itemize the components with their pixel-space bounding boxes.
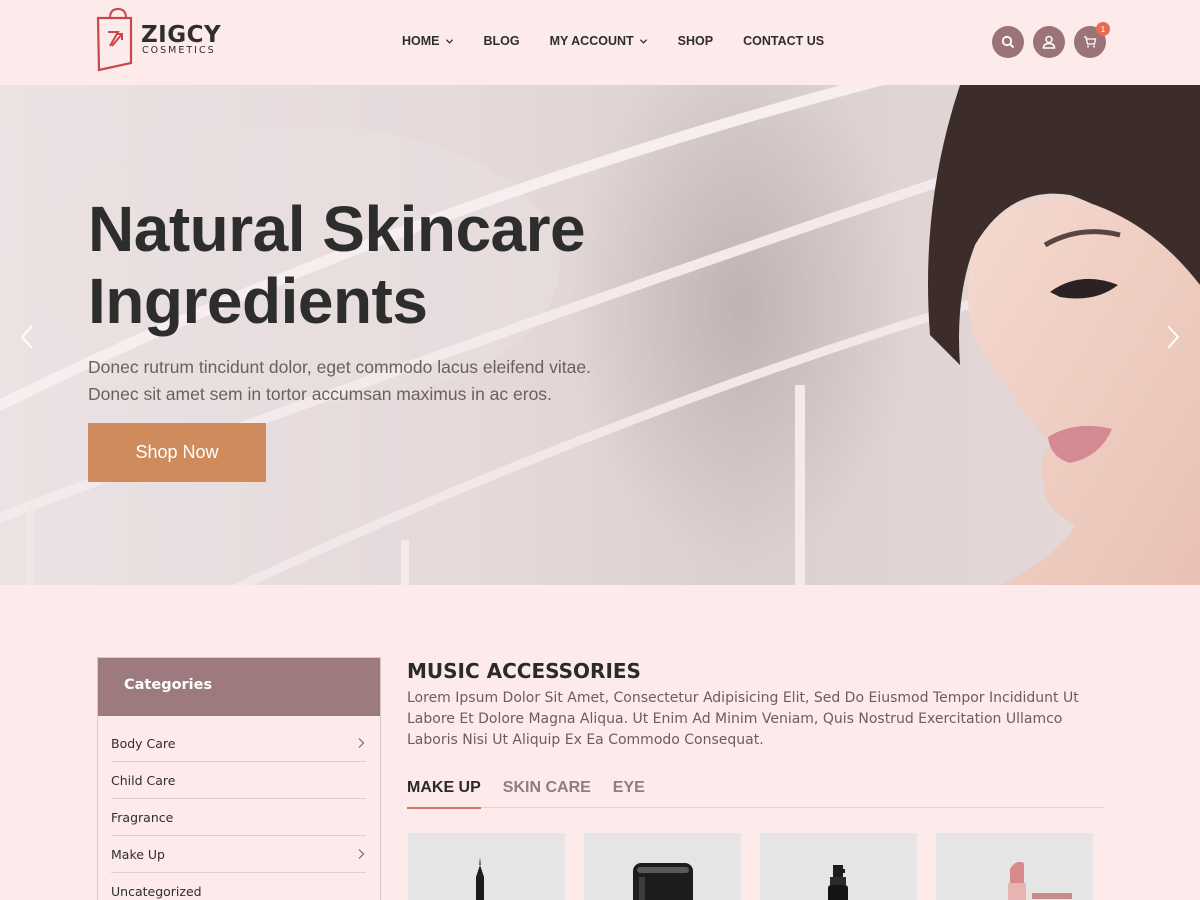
categories-sidebar: Categories Body Care Child Care Fragranc…	[97, 657, 381, 900]
chevron-right-icon	[358, 849, 365, 859]
category-list: Body Care Child Care Fragrance Make Up U…	[98, 716, 380, 900]
nav-home[interactable]: HOME	[402, 34, 454, 48]
spray-bottle-image	[828, 865, 848, 900]
section-description: Lorem Ipsum Dolor Sit Amet, Consectetur …	[407, 690, 1079, 748]
search-icon	[1001, 35, 1015, 49]
account-button[interactable]	[1033, 26, 1065, 58]
category-item-fragrance[interactable]: Fragrance	[111, 799, 366, 836]
cart-button[interactable]: 1	[1074, 22, 1110, 58]
chevron-down-icon	[639, 38, 647, 44]
cart-count-badge: 1	[1096, 22, 1110, 36]
search-button[interactable]	[992, 26, 1024, 58]
hero-title: Natural Skincare Ingredients	[88, 193, 648, 337]
cream-jar-image	[633, 863, 693, 900]
category-label: Uncategorized	[111, 883, 202, 899]
tab-eye[interactable]: EYE	[613, 779, 645, 808]
user-icon	[1042, 35, 1056, 49]
chevron-right-icon	[358, 738, 365, 748]
product-grid	[408, 833, 1093, 900]
header-actions: 1	[992, 22, 1110, 58]
nav-shop[interactable]: SHOP	[678, 34, 713, 48]
nav-contact-us-label: CONTACT US	[743, 34, 825, 48]
product-tabs: MAKE UP SKIN CARE EYE	[407, 779, 1104, 809]
tab-make-up[interactable]: MAKE UP	[407, 779, 481, 809]
eyeliner-pen-image	[476, 857, 484, 900]
cart-icon	[1084, 36, 1097, 48]
product-card[interactable]	[760, 833, 917, 900]
nav-my-account-label: MY ACCOUNT	[549, 34, 634, 48]
product-card[interactable]	[584, 833, 741, 900]
category-label: Fragrance	[111, 809, 174, 825]
brand-tagline: COSMETICS	[142, 45, 216, 56]
categories-title: Categories	[98, 658, 380, 716]
category-item-make-up[interactable]: Make Up	[111, 836, 366, 873]
category-item-uncategorized[interactable]: Uncategorized	[111, 873, 366, 900]
nav-my-account[interactable]: MY ACCOUNT	[550, 34, 648, 48]
category-item-child-care[interactable]: Child Care	[111, 762, 366, 799]
category-item-body-care[interactable]: Body Care	[111, 725, 366, 762]
brand-logo[interactable]: ZIGCY COSMETICS	[96, 8, 226, 72]
hero-subtitle: Donec rutrum tincidunt dolor, eget commo…	[88, 354, 628, 408]
category-label: Child Care	[111, 772, 176, 788]
chevron-down-icon	[445, 38, 453, 44]
hero-title-line1: Natural Skincare	[88, 193, 586, 265]
nav-blog-label: BLOG	[483, 34, 520, 48]
nav-blog[interactable]: BLOG	[484, 34, 520, 48]
lipstick-image	[1008, 861, 1072, 900]
site-header: ZIGCY COSMETICS HOME BLOG MY ACCOUNT SHO…	[0, 0, 1200, 85]
slider-next-arrow-icon[interactable]	[1160, 323, 1184, 351]
nav-shop-label: SHOP	[677, 34, 714, 48]
nav-contact-us[interactable]: CONTACT US	[743, 34, 824, 48]
hero-subtitle-line2: Donec sit amet sem in tortor accumsan ma…	[88, 384, 552, 404]
product-card[interactable]	[408, 833, 565, 900]
shop-now-button[interactable]: Shop Now	[88, 423, 266, 482]
hero-subtitle-line1: Donec rutrum tincidunt dolor, eget commo…	[88, 357, 591, 377]
nav-home-label: HOME	[402, 34, 440, 48]
hero-slider: Natural Skincare Ingredients Donec rutru…	[0, 85, 1200, 585]
section-title: MUSIC ACCESSORIES	[407, 659, 641, 683]
slider-prev-arrow-icon[interactable]	[16, 323, 40, 351]
category-label: Body Care	[111, 735, 176, 751]
category-label: Make Up	[111, 846, 165, 862]
shopping-bag-logo-icon	[96, 8, 133, 72]
tab-skin-care[interactable]: SKIN CARE	[503, 779, 591, 808]
product-card[interactable]	[936, 833, 1093, 900]
main-nav: HOME BLOG MY ACCOUNT SHOP CONTACT US	[402, 34, 824, 48]
hero-title-line2: Ingredients	[88, 265, 428, 337]
